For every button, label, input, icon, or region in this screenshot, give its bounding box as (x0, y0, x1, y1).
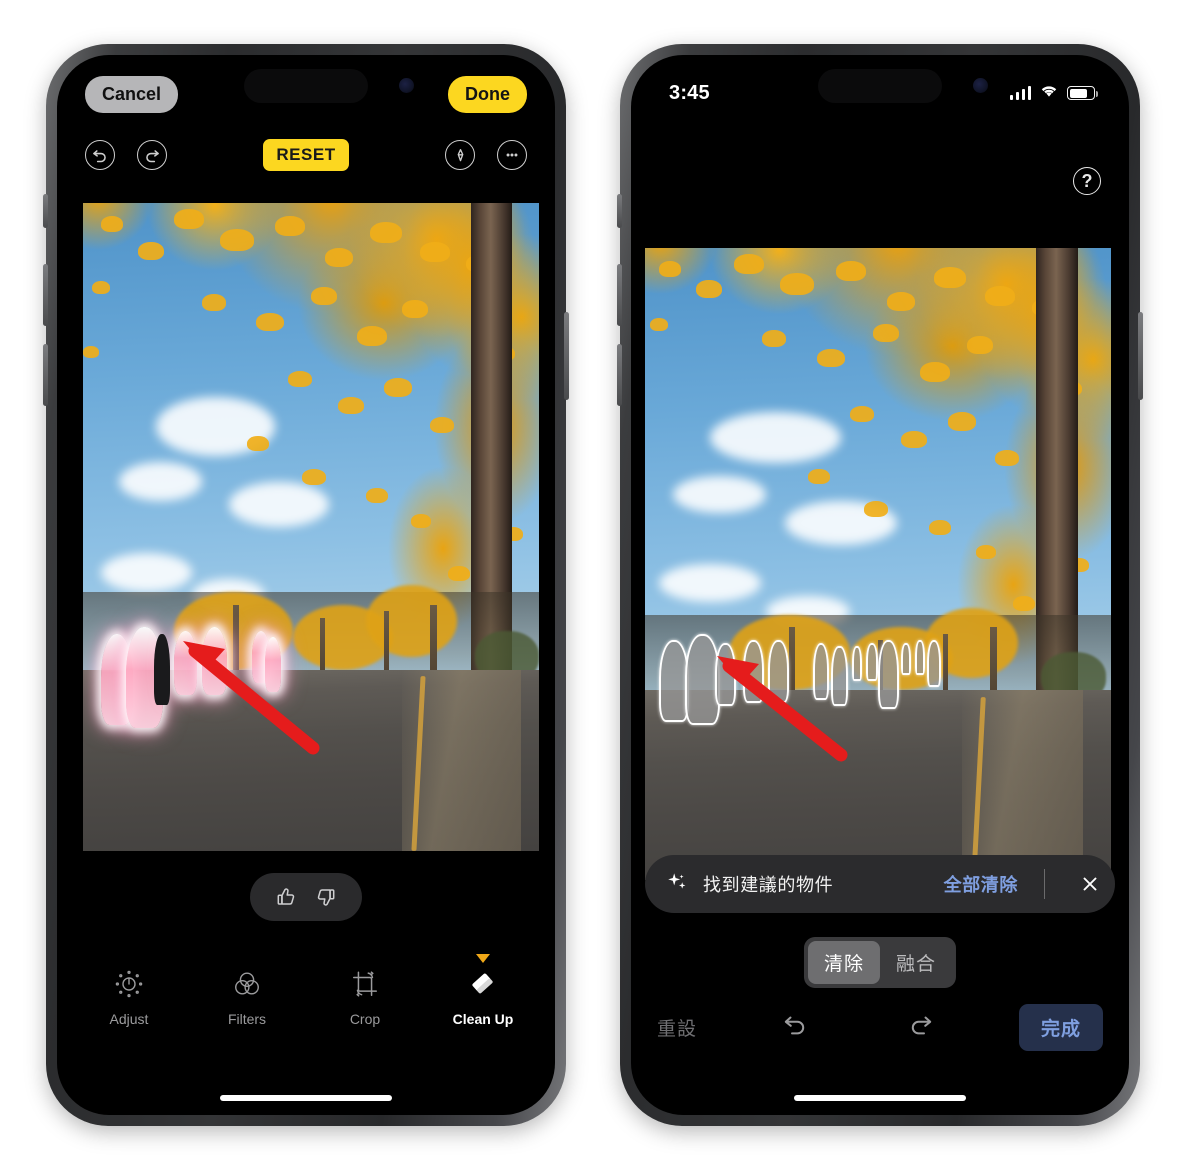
active-tool-marker-icon (476, 954, 490, 963)
iphone-left-device: Cancel Done RESET Adjust Filters Crop Cl… (43, 44, 569, 1126)
tool-crop[interactable]: Crop (329, 966, 401, 1027)
done-button[interactable]: Done (448, 75, 527, 113)
mode-segmented-control: 清除 融合 (803, 937, 957, 988)
selected-object-mask[interactable] (812, 643, 830, 700)
cancel-button[interactable]: Cancel (85, 75, 179, 113)
selected-object-mask[interactable] (852, 646, 862, 681)
crop-rotate-icon (350, 966, 380, 1002)
cleanup-bottom-bar: 重設 完成 (631, 1001, 1129, 1053)
battery-icon (1067, 86, 1098, 100)
tool-adjust[interactable]: Adjust (93, 966, 165, 1027)
volume-up-button[interactable] (43, 264, 48, 326)
close-x-icon[interactable] (1071, 865, 1109, 903)
sparkles-icon (665, 870, 689, 899)
signal-bars-icon (1009, 86, 1031, 100)
history-controls (697, 1010, 1019, 1045)
iphone-left-screen: Cancel Done RESET Adjust Filters Crop Cl… (57, 55, 555, 1115)
distant-foliage (365, 585, 457, 657)
segment-blend[interactable]: 融合 (880, 941, 952, 984)
selected-object-mask[interactable] (742, 639, 764, 704)
status-bar: 3:45 (631, 55, 1129, 117)
highlighted-person[interactable] (174, 630, 197, 696)
reset-button[interactable]: 重設 (657, 1014, 697, 1041)
selected-object-mask[interactable] (768, 639, 790, 704)
screenshot-canvas: Cancel Done RESET Adjust Filters Crop Cl… (0, 0, 1200, 1172)
redo-arrow-icon[interactable] (906, 1010, 936, 1045)
suggestion-banner: 找到建議的物件 全部清除 (645, 855, 1115, 913)
mute-switch[interactable] (617, 194, 622, 228)
selected-object-mask[interactable] (901, 643, 911, 675)
status-indicators (1009, 83, 1098, 103)
volume-down-button[interactable] (617, 344, 622, 406)
tool-label: Adjust (109, 1011, 149, 1027)
tool-label: Filters (227, 1011, 267, 1027)
cloud (658, 564, 762, 602)
clean-up-eraser-icon (467, 966, 499, 1002)
reset-button[interactable]: RESET (263, 139, 349, 171)
selected-object-mask[interactable] (714, 643, 736, 707)
tool-filters[interactable]: Filters (211, 966, 283, 1027)
photo-canvas-right[interactable] (645, 248, 1111, 880)
suggestion-text: 找到建議的物件 (703, 875, 834, 895)
thumbs-down-icon[interactable] (313, 885, 337, 909)
iphone-right-device: 3:45 ? 找到建議的物件 全部清除 清除 融合 重設 完成 (617, 44, 1143, 1126)
undo-arrow-icon[interactable] (780, 1010, 810, 1045)
segment-erase[interactable]: 清除 (807, 941, 880, 984)
edit-tool-bar: RESET (57, 133, 555, 177)
done-button[interactable]: 完成 (1018, 1003, 1103, 1051)
unselected-person[interactable] (153, 633, 170, 706)
tool-label: Crop (349, 1011, 381, 1027)
status-time: 3:45 (669, 81, 710, 104)
power-button[interactable] (1138, 312, 1143, 400)
selected-object-mask[interactable] (915, 639, 925, 675)
tool-clean-up[interactable]: Clean Up (447, 954, 519, 1027)
banner-divider (1044, 869, 1045, 899)
redo-arrow-icon[interactable] (137, 140, 167, 170)
edit-top-bar: Cancel Done (57, 71, 555, 117)
clear-all-button[interactable]: 全部清除 (944, 871, 1018, 897)
selected-object-mask[interactable] (866, 643, 878, 681)
home-indicator[interactable] (794, 1095, 966, 1101)
more-ellipsis-icon[interactable] (497, 140, 527, 170)
selected-object-mask[interactable] (878, 639, 899, 710)
volume-up-button[interactable] (617, 264, 622, 326)
iphone-right-screen: 3:45 ? 找到建議的物件 全部清除 清除 融合 重設 完成 (631, 55, 1129, 1115)
home-indicator[interactable] (220, 1095, 392, 1101)
selected-object-mask[interactable] (926, 639, 941, 688)
help-question-icon[interactable]: ? (1073, 167, 1101, 195)
undo-arrow-icon[interactable] (85, 140, 115, 170)
filters-circles-icon (232, 966, 262, 1002)
editor-tool-row: Adjust Filters Crop Clean Up (57, 954, 555, 1027)
power-button[interactable] (564, 312, 569, 400)
cloud (101, 552, 193, 592)
photo-canvas-left[interactable] (83, 203, 539, 851)
mute-switch[interactable] (43, 194, 48, 228)
volume-down-button[interactable] (43, 344, 48, 406)
wifi-icon (1039, 83, 1059, 103)
adjust-dial-icon (114, 966, 144, 1002)
highlighted-person[interactable] (201, 627, 227, 696)
thumbs-up-icon[interactable] (275, 885, 299, 909)
feedback-pill (250, 873, 362, 921)
highlighted-person[interactable] (265, 637, 282, 693)
markup-pen-icon[interactable] (445, 140, 475, 170)
tool-label: Clean Up (452, 1011, 514, 1027)
selected-object-mask[interactable] (831, 646, 848, 707)
